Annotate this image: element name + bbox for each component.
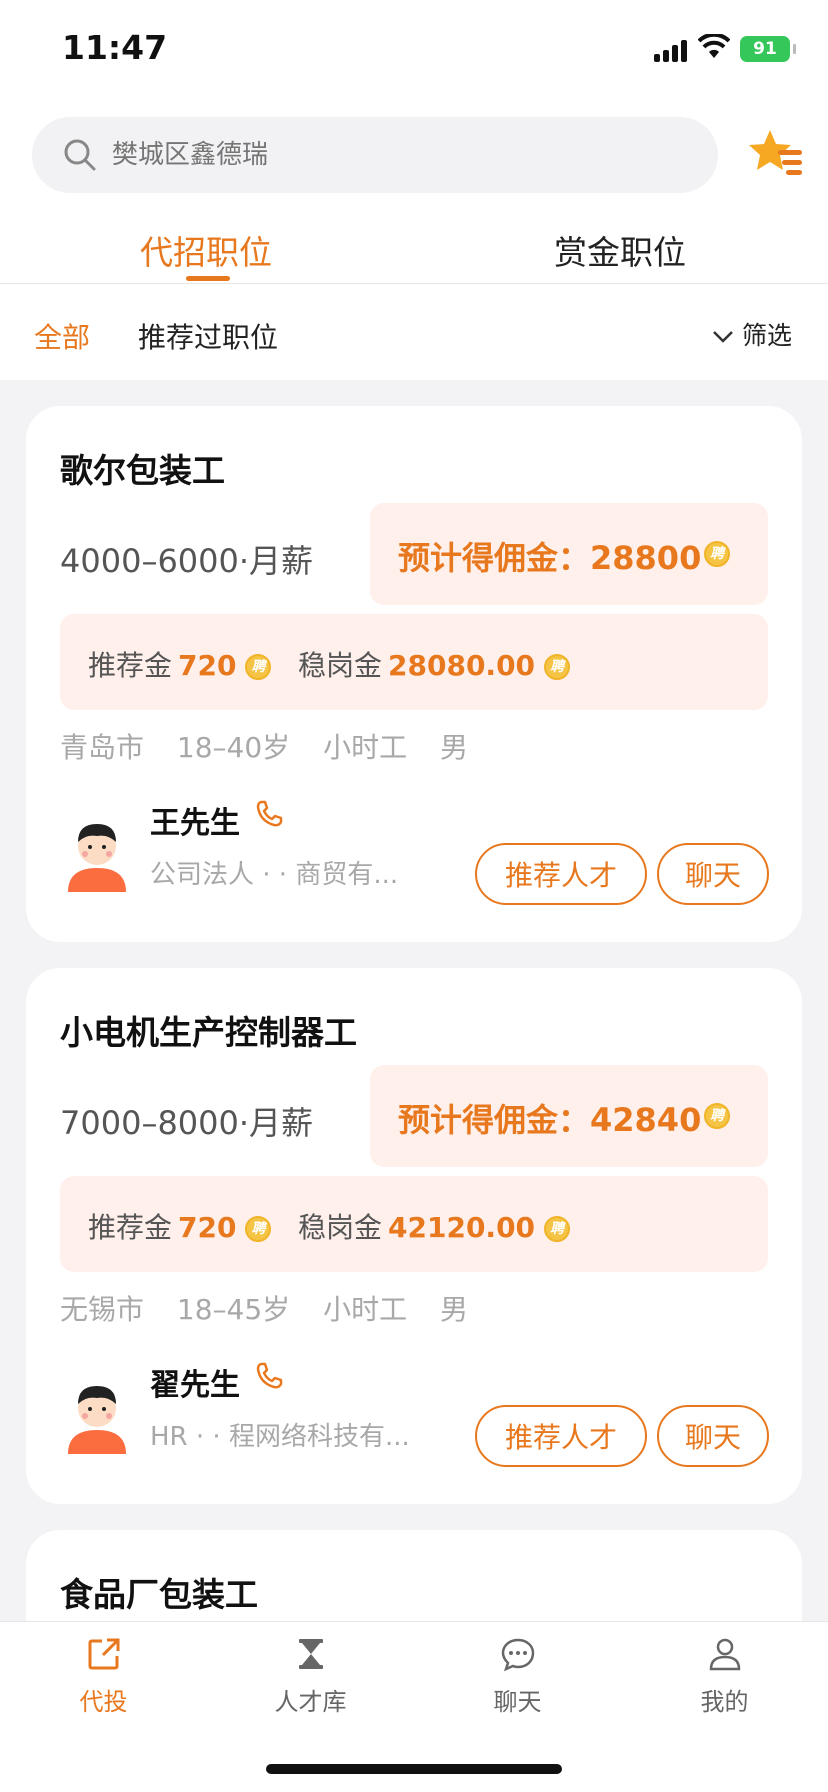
job-tags: 无锡市 18–45岁 小时工 男 [60, 1288, 492, 1328]
coin-icon: 聘 [245, 1216, 272, 1242]
recommend-talent-button[interactable]: 推荐人才 [475, 1405, 647, 1467]
wifi-icon [698, 34, 730, 58]
active-tab-indicator [186, 276, 230, 281]
commission-text: 预计得佣金：42840 [398, 1101, 702, 1139]
status-time: 11:47 [62, 28, 168, 67]
chat-bubble-icon [501, 1638, 535, 1672]
search-input[interactable] [112, 117, 692, 193]
search-icon [64, 139, 96, 171]
home-indicator [266, 1764, 562, 1774]
job-salary: 4000–6000·月薪 [60, 542, 314, 580]
tab-bounty-jobs[interactable]: 赏金职位 [554, 226, 686, 274]
job-card[interactable]: 歌尔包装工 4000–6000·月薪 预计得佣金：28800 聘 推荐金 720 … [26, 406, 802, 942]
filter-all[interactable]: 全部 [34, 316, 90, 356]
referral-value: 720 [178, 649, 237, 682]
hourglass-icon [299, 1639, 323, 1669]
coin-icon: 聘 [245, 654, 272, 680]
coin-icon: 聘 [543, 1216, 570, 1242]
retention-label: 稳岗金 [298, 1211, 383, 1244]
job-salary: 7000–8000·月薪 [60, 1104, 314, 1142]
company-name: 公司法人 · · 商贸有... [150, 860, 399, 890]
bonus-box: 推荐金 720 聘 稳岗金 28080.00 聘 [60, 614, 768, 710]
filter-bar: 全部 推荐过职位 [0, 292, 828, 374]
nav-label: 代投 [79, 1688, 128, 1716]
job-type-tabs: 代招职位 赏金职位 [0, 220, 828, 284]
phone-icon[interactable] [254, 799, 284, 829]
retention-bonus: 稳岗金 28080.00 聘 [298, 644, 570, 684]
filter-screen-button[interactable]: 筛选 [742, 316, 792, 352]
tag-type: 小时工 [323, 1293, 408, 1326]
filter-recommended[interactable]: 推荐过职位 [138, 316, 278, 356]
chat-button[interactable]: 聊天 [657, 1405, 769, 1467]
avatar [68, 824, 126, 892]
bonus-box: 推荐金 720 聘 稳岗金 42120.00 聘 [60, 1176, 768, 1272]
nav-item-chat[interactable]: 聊天 [414, 1622, 621, 1732]
referral-label: 推荐金 [88, 649, 173, 682]
nav-item-delivery[interactable]: 代投 [0, 1622, 207, 1732]
retention-bonus: 稳岗金 42120.00 聘 [298, 1206, 570, 1246]
status-bar: 11:47 91 [0, 0, 828, 100]
job-card[interactable]: 小电机生产控制器工 7000–8000·月薪 预计得佣金：42840 聘 推荐金… [26, 968, 802, 1504]
job-title: 歌尔包装工 [60, 451, 225, 490]
retention-value: 28080.00 [388, 649, 536, 682]
contact-name: 翟先生 [150, 1368, 240, 1403]
referral-label: 推荐金 [88, 1211, 173, 1244]
favorites-star-icon[interactable] [748, 128, 804, 180]
cellular-signal-icon [654, 38, 692, 62]
tag-age: 18–40岁 [176, 731, 291, 764]
retention-value: 42120.00 [388, 1211, 536, 1244]
battery-icon: 91 [740, 36, 796, 62]
tab-agency-jobs[interactable]: 代招职位 [140, 226, 272, 274]
job-title: 小电机生产控制器工 [60, 1013, 357, 1052]
referral-bonus: 推荐金 720 聘 [88, 1206, 272, 1246]
nav-label: 聊天 [493, 1688, 542, 1716]
tag-gender: 男 [440, 731, 469, 764]
referral-bonus: 推荐金 720 聘 [88, 644, 272, 684]
tag-city: 无锡市 [60, 1293, 145, 1326]
coin-icon: 聘 [704, 1103, 730, 1129]
nav-label: 人才库 [274, 1688, 347, 1716]
nav-item-mine[interactable]: 我的 [621, 1622, 828, 1732]
chat-button[interactable]: 聊天 [657, 843, 769, 905]
commission-box: 预计得佣金：42840 聘 [370, 1065, 768, 1167]
phone-icon[interactable] [254, 1361, 284, 1391]
job-title: 食品厂包装工 [60, 1575, 258, 1614]
person-icon [709, 1638, 741, 1671]
coin-icon: 聘 [543, 654, 570, 680]
tag-type: 小时工 [323, 731, 408, 764]
nav-item-talent-pool[interactable]: 人才库 [207, 1622, 414, 1732]
commission-text: 预计得佣金：28800 [398, 539, 702, 577]
avatar [68, 1386, 126, 1454]
referral-value: 720 [178, 1211, 237, 1244]
search-bar[interactable] [32, 117, 718, 193]
retention-label: 稳岗金 [298, 649, 383, 682]
nav-label: 我的 [700, 1688, 749, 1716]
commission-box: 预计得佣金：28800 聘 [370, 503, 768, 605]
chevron-down-icon[interactable] [712, 330, 734, 344]
recommend-talent-button[interactable]: 推荐人才 [475, 843, 647, 905]
share-icon [88, 1638, 120, 1670]
company-name: HR · · 程网络科技有... [150, 1422, 410, 1452]
tag-gender: 男 [440, 1293, 469, 1326]
tag-city: 青岛市 [60, 731, 145, 764]
tag-age: 18–45岁 [176, 1293, 291, 1326]
job-tags: 青岛市 18–40岁 小时工 男 [60, 726, 492, 766]
coin-icon: 聘 [704, 541, 730, 567]
contact-name: 王先生 [150, 806, 240, 841]
